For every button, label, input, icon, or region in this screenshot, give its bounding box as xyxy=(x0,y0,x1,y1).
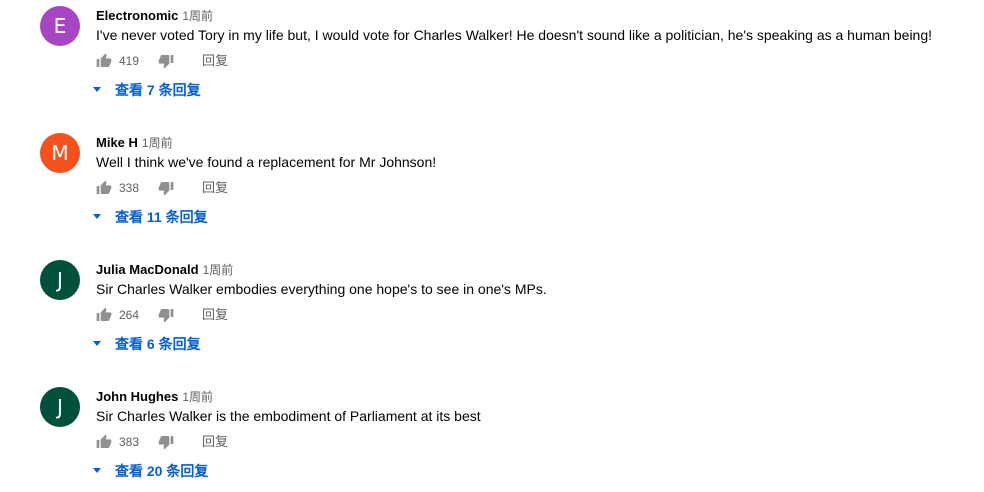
like-count: 264 xyxy=(119,308,140,322)
avatar[interactable]: J xyxy=(40,387,80,427)
thumb-down-icon[interactable] xyxy=(158,53,174,69)
like-count: 419 xyxy=(119,54,140,68)
reply-button[interactable]: 回复 xyxy=(202,431,228,453)
caret-down-icon xyxy=(93,341,101,347)
thumb-up-icon[interactable] xyxy=(96,180,112,196)
view-replies-label: 查看 6 条回复 xyxy=(115,336,201,352)
view-replies-button[interactable]: 查看 6 条回复 xyxy=(93,333,201,355)
like-count: 383 xyxy=(119,435,140,449)
view-replies-button[interactable]: 查看 7 条回复 xyxy=(93,79,201,101)
thumb-down-icon[interactable] xyxy=(158,180,174,196)
avatar[interactable]: M xyxy=(40,133,80,173)
view-replies-label: 查看 20 条回复 xyxy=(115,463,209,479)
comment-text: Sir Charles Walker is the embodiment of … xyxy=(96,408,481,424)
thumb-down-icon[interactable] xyxy=(158,434,174,450)
author-name[interactable]: Electronomic xyxy=(96,8,178,23)
comment-time[interactable]: 1周前 xyxy=(182,9,213,23)
view-replies-button[interactable]: 查看 20 条回复 xyxy=(93,460,208,482)
caret-down-icon xyxy=(93,214,101,220)
author-name[interactable]: Mike H xyxy=(96,135,138,150)
reply-button[interactable]: 回复 xyxy=(202,177,228,199)
thumb-up-icon[interactable] xyxy=(96,307,112,323)
view-replies-label: 查看 7 条回复 xyxy=(115,82,201,98)
reply-button[interactable]: 回复 xyxy=(202,304,228,326)
view-replies-label: 查看 11 条回复 xyxy=(115,209,208,225)
thumb-up-icon[interactable] xyxy=(96,434,112,450)
comment-time[interactable]: 1周前 xyxy=(142,136,173,150)
caret-down-icon xyxy=(93,468,101,474)
thumb-up-icon[interactable] xyxy=(96,53,112,69)
avatar[interactable]: E xyxy=(40,6,80,46)
author-name[interactable]: Julia MacDonald xyxy=(96,262,199,277)
author-name[interactable]: John Hughes xyxy=(96,389,178,404)
comment-text: Sir Charles Walker embodies everything o… xyxy=(96,281,547,297)
avatar[interactable]: J xyxy=(40,260,80,300)
view-replies-button[interactable]: 查看 11 条回复 xyxy=(93,206,208,228)
comment-time[interactable]: 1周前 xyxy=(182,390,213,404)
caret-down-icon xyxy=(93,87,101,93)
like-count: 338 xyxy=(119,181,140,195)
comment-text: I've never voted Tory in my life but, I … xyxy=(96,27,933,43)
reply-button[interactable]: 回复 xyxy=(202,50,228,72)
comment-time[interactable]: 1周前 xyxy=(203,263,234,277)
thumb-down-icon[interactable] xyxy=(158,307,174,323)
comment-text: Well I think we've found a replacement f… xyxy=(96,154,437,170)
